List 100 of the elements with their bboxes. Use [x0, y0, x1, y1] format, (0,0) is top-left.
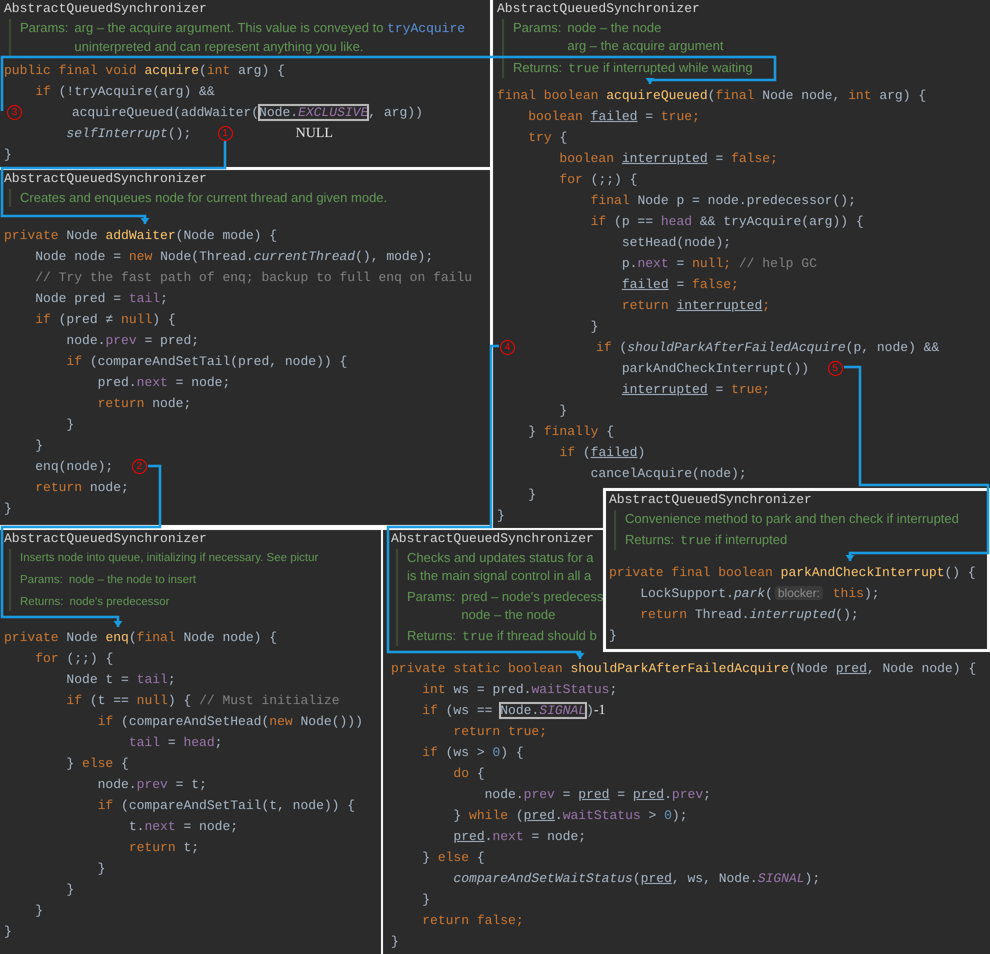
doc-text: node – the node — [567, 19, 662, 37]
code-text: } — [4, 924, 12, 939]
window-title: AbstractQueuedSynchronizer — [497, 0, 700, 17]
code-text: } else { — [422, 850, 485, 865]
code-text: boolean interrupted = false; — [559, 151, 778, 166]
code-text: } finally { — [528, 424, 614, 439]
code-text: Node node = new Node(Thread.currentThread(), mode); — [35, 249, 434, 264]
code-text: node.prev = pred = pred.prev; — [484, 787, 711, 802]
parameter-hint: blocker: — [774, 586, 823, 600]
code-text: } — [35, 438, 44, 453]
code-text: } else { — [66, 756, 129, 771]
code-text: // Try the fast path of enq; backup to full enq on failu — [35, 270, 472, 285]
doc-text: true if thread should b — [462, 627, 597, 646]
code-text: } — [528, 487, 536, 502]
code-text: } — [98, 861, 106, 876]
code-text: this); — [832, 586, 880, 601]
doc-text: arg – the acquire argument — [567, 37, 724, 55]
code-text: private static boolean shouldParkAfterFailedAcquire(Node pred, Node node) { — [391, 661, 976, 676]
code-text: int ws = pred.waitStatus; — [422, 682, 618, 697]
code-text: cancelAcquire(node); — [590, 466, 747, 481]
window-title: AbstractQueuedSynchronizer — [609, 491, 812, 508]
code-text: failed = false; — [622, 277, 739, 292]
doc-label: Params: — [20, 573, 63, 588]
doc-text: Convenience method to park and then check if interrupted — [625, 510, 959, 528]
code-text: Node pred = tail; — [35, 291, 168, 306]
code-text: , arg)) — [368, 105, 423, 120]
code-text: return Thread.interrupted(); — [640, 607, 859, 622]
window-title: AbstractQueuedSynchronizer — [4, 170, 207, 187]
code-text: final boolean acquireQueued(final Node node, int arg) { — [497, 88, 926, 103]
code-text: if (failed) — [559, 445, 646, 460]
code-text: if (pred ≠ null) { — [35, 312, 176, 327]
highlighted-code: Node.EXCLUSIVE — [259, 105, 368, 120]
step-marker: 4 — [500, 340, 515, 356]
code-text: for (;;) { — [559, 172, 638, 187]
doc-label: Returns: — [20, 595, 64, 610]
window-title: AbstractQueuedSynchronizer — [4, 0, 207, 17]
code-text: return t; — [128, 840, 200, 855]
doc-label: Params: — [407, 588, 456, 606]
code-text: acquireQueued(addWaiter( — [72, 105, 260, 120]
code-text: p.next = null; // help GC — [622, 256, 817, 271]
code-text: return false; — [422, 913, 524, 928]
doc-text: node – the node to insert — [68, 573, 196, 588]
step-marker: 3 — [7, 105, 22, 120]
code-text: pred.next = node; — [453, 829, 586, 844]
highlighted-code: Node.SIGNAL — [500, 703, 586, 718]
code-text: } — [609, 628, 617, 643]
doc-text: arg – the acquire argument. This value is conveyed to tryAcquire — [74, 19, 466, 38]
code-text: return true; — [453, 724, 548, 739]
code-text: setHead(node); — [622, 235, 732, 250]
doc-text: pred – node's predecess — [461, 588, 604, 606]
code-text: node.prev = pred; — [66, 333, 200, 348]
doc-text: node – the node — [461, 606, 556, 624]
code-text: if (shouldParkAfterFailedAcquire(p, node) && — [596, 340, 940, 355]
code-text: if (compareAndSetTail(t, node)) { — [98, 798, 356, 813]
doc-label: Returns: — [625, 531, 674, 549]
code-text: private final boolean parkAndCheckInterrupt() { — [609, 565, 976, 580]
doc-text: true if interrupted — [680, 531, 788, 550]
code-text: return node; — [98, 396, 192, 411]
doc-text: is the main signal control in all a — [407, 567, 592, 585]
code-text: } — [590, 319, 598, 334]
code-text: t.next = node; — [128, 819, 238, 834]
window-title: AbstractQueuedSynchronizer — [391, 530, 594, 547]
doc-label: Params: — [20, 19, 68, 37]
code-text: private Node enq(final Node node) { — [4, 630, 278, 645]
code-text: public final void acquire(int arg) { — [4, 63, 285, 78]
doc-text: Creates and enqueues node for current thread and given mode. — [20, 189, 388, 207]
code-text: } — [559, 403, 568, 418]
code-text: return node; — [35, 480, 129, 495]
doc-label: Returns: — [513, 59, 562, 77]
code-text: } — [4, 147, 12, 162]
window-title: AbstractQueuedSynchronizer — [4, 530, 207, 547]
code-text: pred.next = node; — [98, 375, 230, 390]
step-marker: 1 — [218, 126, 233, 142]
code-text: Node t = tail; — [66, 672, 176, 687]
code-text: } — [66, 417, 74, 432]
doc-label: Returns: — [407, 627, 456, 645]
code-text: LockSupport.park( — [640, 586, 773, 601]
code-text: compareAndSetWaitStatus(pred, ws, Node.SIGNAL); — [453, 871, 820, 886]
code-text: node.prev = t; — [98, 777, 207, 792]
code-text: do { — [453, 766, 485, 781]
doc-text: node's predecessor — [69, 595, 170, 610]
code-text: ) — [586, 703, 594, 718]
code-text: boolean failed = true; — [528, 109, 700, 124]
code-text: parkAndCheckInterrupt()) — [622, 361, 810, 376]
code-text: } while (pred.waitStatus > 0); — [453, 808, 688, 823]
code-text: for (;;) { — [35, 651, 114, 666]
code-text: if (!tryAcquire(arg) && — [35, 84, 215, 99]
code-text: interrupted = true; — [622, 382, 770, 397]
code-text: } — [4, 501, 12, 516]
code-text: } — [422, 892, 430, 907]
annotation-note: NULL — [296, 126, 333, 141]
doc-label: Params: — [513, 19, 562, 37]
doc-text: Checks and updates status for a — [407, 549, 594, 567]
doc-text: true if interrupted while waiting — [568, 59, 753, 78]
code-text: if (compareAndSetHead(new Node())) — [98, 714, 363, 729]
doc-text: Inserts node into queue, initializing if necessary. See pictur — [20, 551, 318, 566]
code-text: try { — [528, 130, 568, 145]
code-text: if (compareAndSetTail(pred, node)) { — [66, 354, 348, 369]
code-text: selfInterrupt(); — [66, 126, 192, 141]
code-text: enq(node); — [35, 459, 114, 474]
